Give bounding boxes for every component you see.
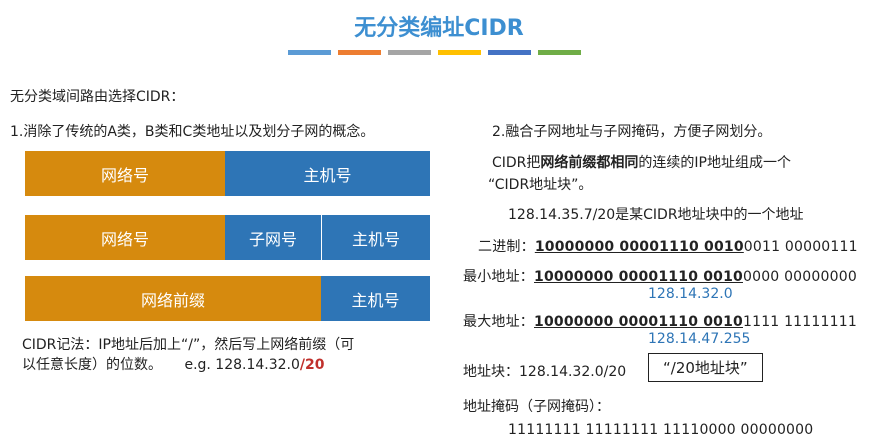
row2-subnet-label: 子网号 <box>248 229 297 249</box>
page-title: 无分类编址CIDR <box>354 16 524 41</box>
cidr-note-line2: 以任意长度）的位数。 e.g. 128.14.32.0/20 <box>22 354 325 374</box>
max-rest: 1111 11111111 <box>742 314 857 330</box>
max-dotted: 128.14.47.255 <box>648 331 751 347</box>
intro-text: 无分类域间路由选择CIDR： <box>10 89 185 105</box>
title-stripes <box>288 50 581 55</box>
row2-subnet-box: 子网号 <box>225 215 321 260</box>
stripe-3 <box>388 50 431 55</box>
cidr-def-b: 的连续的IP地址组成一个 <box>638 155 791 171</box>
max-address-row: 最大地址：10000000 00001110 00101111 11111111 <box>463 311 857 331</box>
binary-row: 二进制：10000000 00001110 00100011 00000111 <box>478 236 858 256</box>
block-box: “/20地址块” <box>648 353 763 382</box>
row3-prefix-box: 网络前缀 <box>25 276 321 321</box>
stripe-6 <box>538 50 581 55</box>
point2-text: 2.融合子网地址与子网掩码，方便子网划分。 <box>492 124 772 140</box>
row2-host-label: 主机号 <box>351 229 400 249</box>
cidr-def-a: CIDR把 <box>492 155 541 171</box>
max-label: 最大地址： <box>463 314 534 330</box>
binary-rest: 0011 00000111 <box>743 239 858 255</box>
stripe-2 <box>338 50 381 55</box>
row2-host-box: 主机号 <box>321 215 430 260</box>
min-dotted: 128.14.32.0 <box>648 286 733 302</box>
cidr-note-text: 以任意长度）的位数。 <box>22 357 162 373</box>
max-prefix: 10000000 00001110 0010 <box>534 314 743 330</box>
row1-network-box: 网络号 <box>25 151 225 196</box>
row1-host-label: 主机号 <box>303 165 352 185</box>
row1-host-box: 主机号 <box>225 151 430 196</box>
row2-network-label: 网络号 <box>100 229 149 249</box>
cidr-example-suffix: /20 <box>299 357 325 373</box>
cidr-example: e.g. 128.14.32.0 <box>184 357 300 373</box>
mask-label: 地址掩码（子网掩码）： <box>463 399 610 415</box>
min-address-row: 最小地址：10000000 00001110 00100000 00000000 <box>463 266 857 286</box>
example-address: 128.14.35.7/20是某CIDR地址块中的一个地址 <box>508 207 804 223</box>
mask-value: 11111111 11111111 11110000 00000000 <box>508 422 814 438</box>
row2-network-box: 网络号 <box>25 215 225 260</box>
min-label: 最小地址： <box>463 269 534 285</box>
cidr-note-line1: CIDR记法：IP地址后加上“/”，然后写上网络前缀（可 <box>22 337 355 353</box>
row3-host-box: 主机号 <box>321 276 430 321</box>
cidr-def-bold: 网络前缀都相同 <box>540 155 639 171</box>
stripe-5 <box>488 50 531 55</box>
row3-prefix-label: 网络前缀 <box>140 290 205 310</box>
min-rest: 0000 00000000 <box>742 269 857 285</box>
binary-label: 二进制： <box>478 239 535 255</box>
stripe-4 <box>438 50 481 55</box>
row1-network-label: 网络号 <box>100 165 149 185</box>
point1-text: 1.消除了传统的A类，B类和C类地址以及划分子网的概念。 <box>10 124 375 140</box>
binary-prefix: 10000000 00001110 0010 <box>534 239 744 255</box>
row3-host-label: 主机号 <box>351 290 400 310</box>
block-label: 地址块：128.14.32.0/20 <box>463 364 627 380</box>
stripe-1 <box>288 50 331 55</box>
cidr-definition-line2: “CIDR地址块”。 <box>488 177 593 193</box>
cidr-definition-line1: CIDR把网络前缀都相同的连续的IP地址组成一个 <box>492 152 791 172</box>
min-prefix: 10000000 00001110 0010 <box>534 269 743 285</box>
